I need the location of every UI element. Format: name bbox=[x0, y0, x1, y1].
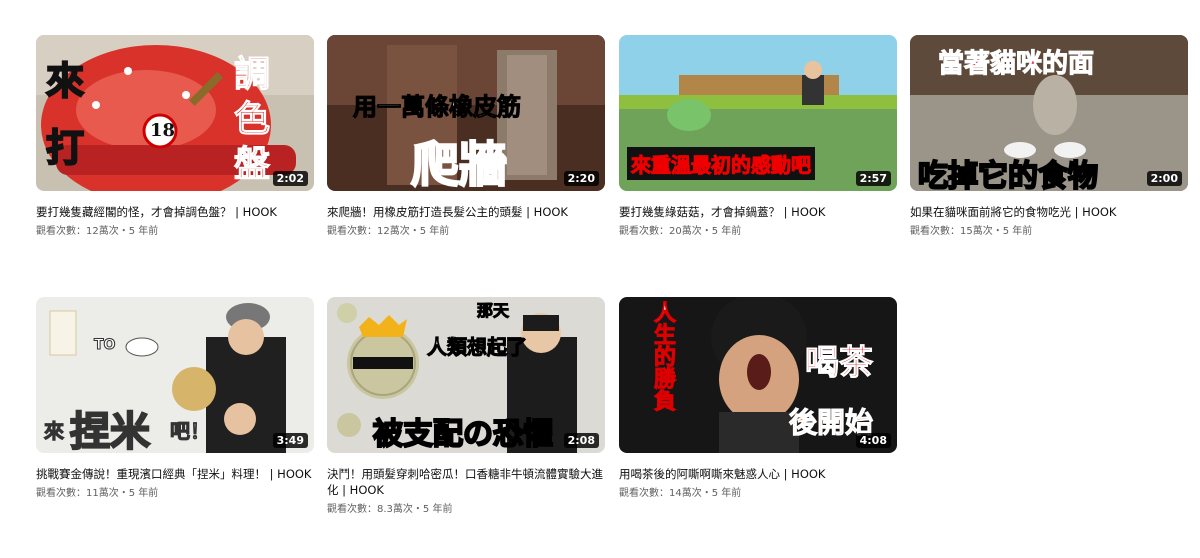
thumbnail-banner: 來重溫最初的感動吧 bbox=[627, 147, 815, 180]
video-title[interactable]: 來爬牆！用橡皮筋打造長髮公主的頭髮 | HOOK bbox=[327, 204, 605, 220]
video-thumbnail[interactable]: 用一萬條橡皮筋 爬牆 2:20 bbox=[327, 35, 605, 191]
duration-badge: 3:49 bbox=[272, 433, 308, 448]
video-meta: 觀看次數：8.3萬次・5 年前 bbox=[327, 504, 453, 515]
video-title[interactable]: 用喝茶後的阿嘶啊嘶來魅惑人心 | HOOK bbox=[619, 466, 897, 482]
age-badge: 18 bbox=[150, 120, 176, 141]
thumbnail-text: 用一萬條橡皮筋 bbox=[353, 92, 522, 122]
duration-badge: 2:00 bbox=[1146, 171, 1182, 186]
video-title[interactable]: 如果在貓咪面前將它的食物吃光 | HOOK bbox=[910, 204, 1188, 220]
thumbnail-text: 人類想起了 bbox=[427, 335, 528, 360]
video-meta: 觀看次數：15萬次・5 年前 bbox=[910, 226, 1033, 237]
thumbnail-text: 來 bbox=[45, 57, 85, 104]
thumbnail-text: 爬牆 bbox=[410, 136, 508, 191]
video-meta: 觀看次數：20萬次・5 年前 bbox=[619, 226, 742, 237]
video-card[interactable]: 來重溫最初的感動吧 2:57 要打幾隻綠菇菇，才會掉鍋蓋？ | HOOK 觀看次… bbox=[619, 35, 897, 239]
thumbnail-text: 吃掉它的食物 bbox=[917, 158, 1099, 191]
video-meta: 觀看次數：11萬次・5 年前 bbox=[36, 488, 159, 499]
thumbnail-text: 當著貓咪的面 bbox=[937, 49, 1095, 80]
video-thumbnail[interactable]: 來重溫最初的感動吧 2:57 bbox=[619, 35, 897, 191]
duration-badge: 2:20 bbox=[563, 171, 599, 186]
thumbnail-text: 盤 bbox=[233, 143, 271, 186]
thumbnail-text: 那天 bbox=[476, 301, 510, 321]
video-card[interactable]: 那天 人類想起了 被支配の恐懼 2:08 決鬥！用頭髮穿刺哈密瓜！口香糖非牛頓流… bbox=[327, 297, 605, 517]
thumbnail-text: TO bbox=[93, 337, 116, 354]
thumbnail-text: 打 bbox=[45, 124, 85, 171]
video-thumbnail[interactable]: TO 來 捏米 吧！ 3:49 bbox=[36, 297, 314, 453]
video-card[interactable]: 人生的勝負 喝茶 後開始 4:08 用喝茶後的阿嘶啊嘶來魅惑人心 | HOOK … bbox=[619, 297, 897, 501]
thumbnail-text: 被支配の恐懼 bbox=[372, 416, 554, 453]
video-card[interactable]: TO 來 捏米 吧！ 3:49 挑戰賽金傳說！重現濱口經典「捏米」料理！ | H… bbox=[36, 297, 314, 501]
video-title[interactable]: 決鬥！用頭髮穿刺哈密瓜！口香糖非牛頓流體實驗大進化 | HOOK bbox=[327, 466, 605, 498]
video-thumbnail[interactable]: 人生的勝負 喝茶 後開始 4:08 bbox=[619, 297, 897, 453]
thumbnail-text: 來 bbox=[44, 419, 65, 444]
video-thumbnail[interactable]: 那天 人類想起了 被支配の恐懼 2:08 bbox=[327, 297, 605, 453]
video-card[interactable]: 來 打 18 調 色 盤 2:02 要打幾隻藏經閣的怪，才會掉調色盤？ | HO… bbox=[36, 35, 314, 239]
video-title[interactable]: 挑戰賽金傳說！重現濱口經典「捏米」料理！ | HOOK bbox=[36, 466, 314, 482]
duration-badge: 4:08 bbox=[855, 433, 891, 448]
video-thumbnail[interactable]: 當著貓咪的面 吃掉它的食物 2:00 bbox=[910, 35, 1188, 191]
video-meta: 觀看次數：12萬次・5 年前 bbox=[327, 226, 450, 237]
duration-badge: 2:57 bbox=[855, 171, 891, 186]
duration-badge: 2:08 bbox=[563, 433, 599, 448]
thumbnail-text: 吧！ bbox=[170, 419, 211, 444]
thumbnail-text: 喝茶 bbox=[805, 343, 874, 384]
video-meta: 觀看次數：12萬次・5 年前 bbox=[36, 226, 159, 237]
video-title[interactable]: 要打幾隻綠菇菇，才會掉鍋蓋？ | HOOK bbox=[619, 204, 897, 220]
thumbnail-text: 人生的勝負 bbox=[650, 301, 677, 412]
video-card[interactable]: 用一萬條橡皮筋 爬牆 2:20 來爬牆！用橡皮筋打造長髮公主的頭髮 | HOOK… bbox=[327, 35, 605, 239]
video-card[interactable]: 當著貓咪的面 吃掉它的食物 2:00 如果在貓咪面前將它的食物吃光 | HOOK… bbox=[910, 35, 1188, 239]
video-grid: 來 打 18 調 色 盤 2:02 要打幾隻藏經閣的怪，才會掉調色盤？ | HO… bbox=[0, 0, 1200, 558]
video-title[interactable]: 要打幾隻藏經閣的怪，才會掉調色盤？ | HOOK bbox=[36, 204, 314, 220]
video-thumbnail[interactable]: 來 打 18 調 色 盤 2:02 bbox=[36, 35, 314, 191]
video-meta: 觀看次數：14萬次・5 年前 bbox=[619, 488, 742, 499]
thumbnail-text: 捏米 bbox=[69, 407, 151, 453]
duration-badge: 2:02 bbox=[272, 171, 308, 186]
